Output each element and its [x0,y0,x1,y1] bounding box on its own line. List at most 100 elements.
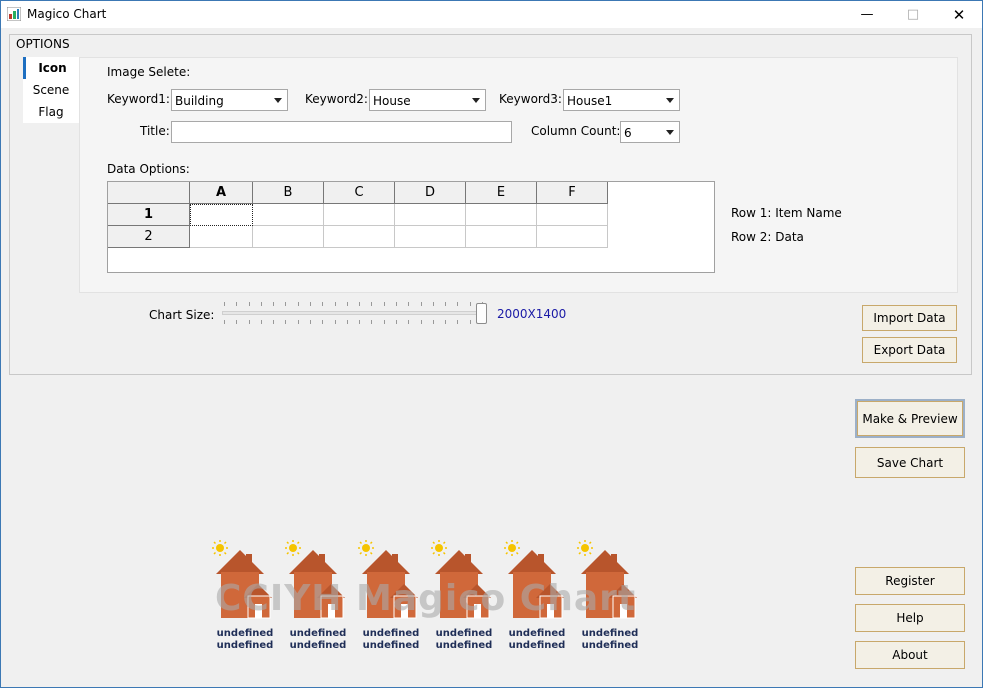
grid-column-header[interactable]: D [395,182,466,204]
title-input[interactable] [171,121,512,143]
save-chart-button[interactable]: Save Chart [855,447,965,478]
caption-line-2: undefined [216,640,274,651]
chart-size-slider-thumb[interactable] [476,303,487,324]
slider-tick [236,302,237,306]
slider-tick [445,320,446,324]
house-caption: undefined undefined [210,628,280,652]
register-button[interactable]: Register [855,567,965,595]
grid-cell[interactable] [466,226,537,248]
slider-tick [261,302,262,306]
grid-cell[interactable] [537,204,608,226]
keyword1-value: Building [175,94,224,108]
column-count-select[interactable]: 6 [620,121,680,143]
export-data-button[interactable]: Export Data [862,337,957,363]
grid-cell[interactable] [190,204,253,226]
grid-column-header[interactable]: A [190,182,253,204]
slider-tick [310,302,311,306]
grid-cell[interactable] [395,204,466,226]
grid-cell[interactable] [324,226,395,248]
grid-cell[interactable] [537,226,608,248]
data-options-label: Data Options: [107,162,190,176]
grid-cell[interactable] [324,204,395,226]
maximize-icon: □ [906,7,920,22]
make-preview-button[interactable]: Make & Preview [855,399,965,438]
window-title: Magico Chart [27,7,107,21]
sun-icon [504,540,520,556]
house-caption: undefined undefined [283,628,353,652]
grid-cell[interactable] [253,204,324,226]
sun-icon [358,540,374,556]
close-button[interactable]: ✕ [936,1,982,28]
slider-tick [408,320,409,324]
slider-tick [249,320,250,324]
title-label: Title: [140,124,170,138]
slider-tick [359,320,360,324]
grid-row-header[interactable]: 2 [108,226,190,248]
caption-line-2: undefined [435,640,493,651]
grid-cell[interactable] [190,226,253,248]
grid-column-header[interactable]: F [537,182,608,204]
tab-flag[interactable]: Flag [23,101,79,123]
help-button[interactable]: Help [855,604,965,632]
house-caption: undefined undefined [575,628,645,652]
slider-tick [433,320,434,324]
slider-tick [322,320,323,324]
slider-tick [457,302,458,306]
grid-column-header[interactable]: B [253,182,324,204]
keyword2-select[interactable]: House [369,89,486,111]
keyword3-select[interactable]: House1 [563,89,680,111]
keyword1-select[interactable]: Building [171,89,288,111]
caption-line-1: undefined [581,628,639,639]
row1-hint: Row 1: Item Name [731,206,842,220]
slider-tick [396,320,397,324]
sun-icon [212,540,228,556]
caption-line-2: undefined [362,640,420,651]
slider-tick [273,302,274,306]
slider-tick [335,320,336,324]
house-caption: undefined undefined [356,628,426,652]
caption-line-2: undefined [289,640,347,651]
grid-cell[interactable] [466,204,537,226]
grid-column-header[interactable]: C [324,182,395,204]
slider-tick [433,302,434,306]
slider-tick [285,302,286,306]
slider-tick [322,302,323,306]
house-caption: undefined undefined [502,628,572,652]
slider-tick [470,320,471,324]
slider-tick [273,320,274,324]
slider-tick [347,320,348,324]
slider-tick [457,320,458,324]
tab-scene[interactable]: Scene [23,79,79,101]
caption-line-2: undefined [508,640,566,651]
chart-size-slider-track[interactable] [222,311,484,315]
slider-tick [371,302,372,306]
slider-tick [285,320,286,324]
tab-label: Icon [38,61,67,75]
slider-tick [445,302,446,306]
keyword1-label: Keyword1: [107,92,170,106]
slider-tick [224,320,225,324]
slider-tick [261,320,262,324]
slider-tick [298,320,299,324]
slider-tick [236,320,237,324]
tab-icon[interactable]: Icon [23,57,79,79]
chevron-down-icon [274,98,282,103]
minimize-button[interactable]: — [844,1,890,28]
keyword3-value: House1 [567,94,613,108]
grid-cell[interactable] [395,226,466,248]
maximize-button[interactable]: □ [890,1,936,28]
about-button[interactable]: About [855,641,965,669]
import-data-button[interactable]: Import Data [862,305,957,331]
slider-tick [298,302,299,306]
chart-size-value: 2000X1400 [497,307,567,321]
caption-line-1: undefined [508,628,566,639]
caption-line-1: undefined [289,628,347,639]
caption-line-2: undefined [581,640,639,651]
grid-row-header[interactable]: 1 [108,204,190,226]
slider-tick [421,302,422,306]
grid-cell[interactable] [253,226,324,248]
caption-line-1: undefined [216,628,274,639]
slider-tick [408,302,409,306]
data-grid[interactable]: A B C D E F 1 2 [107,181,715,273]
grid-column-header[interactable]: E [466,182,537,204]
